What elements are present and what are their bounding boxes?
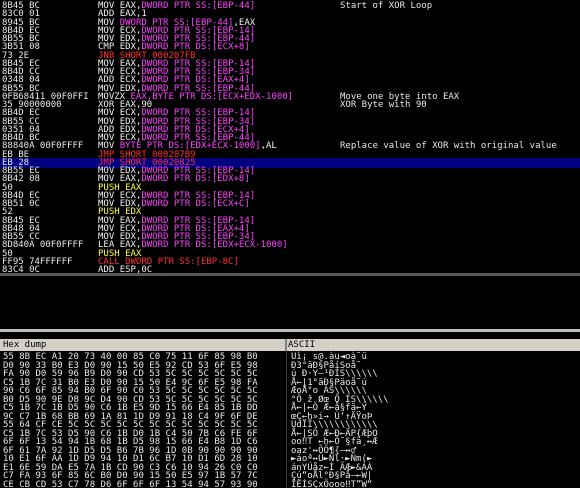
disasm-row[interactable]: 83C4 0C ADD ESP,0C [0,265,580,273]
instruction-token: ADD [98,265,120,273]
disassembly-pane[interactable]: 8B45 BC MOV EAX,DWORD PTR SS:[EBP-44] Star… [0,0,580,273]
ascii-text: ÎËÍSÇxÖooo‼T”W“ [291,479,373,488]
dump-spacer [0,332,580,339]
dump-header: Hex dump ASCII [0,339,580,351]
dump-row[interactable]: CE CB CD 53 C7 78 D6 6F 6F 6F 13 54 94 5… [0,480,580,488]
opcode-bytes: 83C4 0C [2,265,40,273]
column-separator[interactable] [285,339,287,351]
info-pane [0,276,580,329]
hex-bytes: CE CB CD 53 C7 78 D6 6F 6F 6F 13 54 94 5… [3,479,258,488]
ascii-column-header[interactable]: ASCII [288,339,315,351]
instruction: ADD ESP,0C [98,265,152,273]
instruction-token: ESP,0C [119,265,153,273]
hex-dump-column-header[interactable]: Hex dump [3,339,46,351]
hex-dump-pane[interactable]: 55 8B EC A1 20 73 40 00 85 C0 75 11 6F 8… [0,351,580,488]
dump-column-divider [286,351,287,488]
